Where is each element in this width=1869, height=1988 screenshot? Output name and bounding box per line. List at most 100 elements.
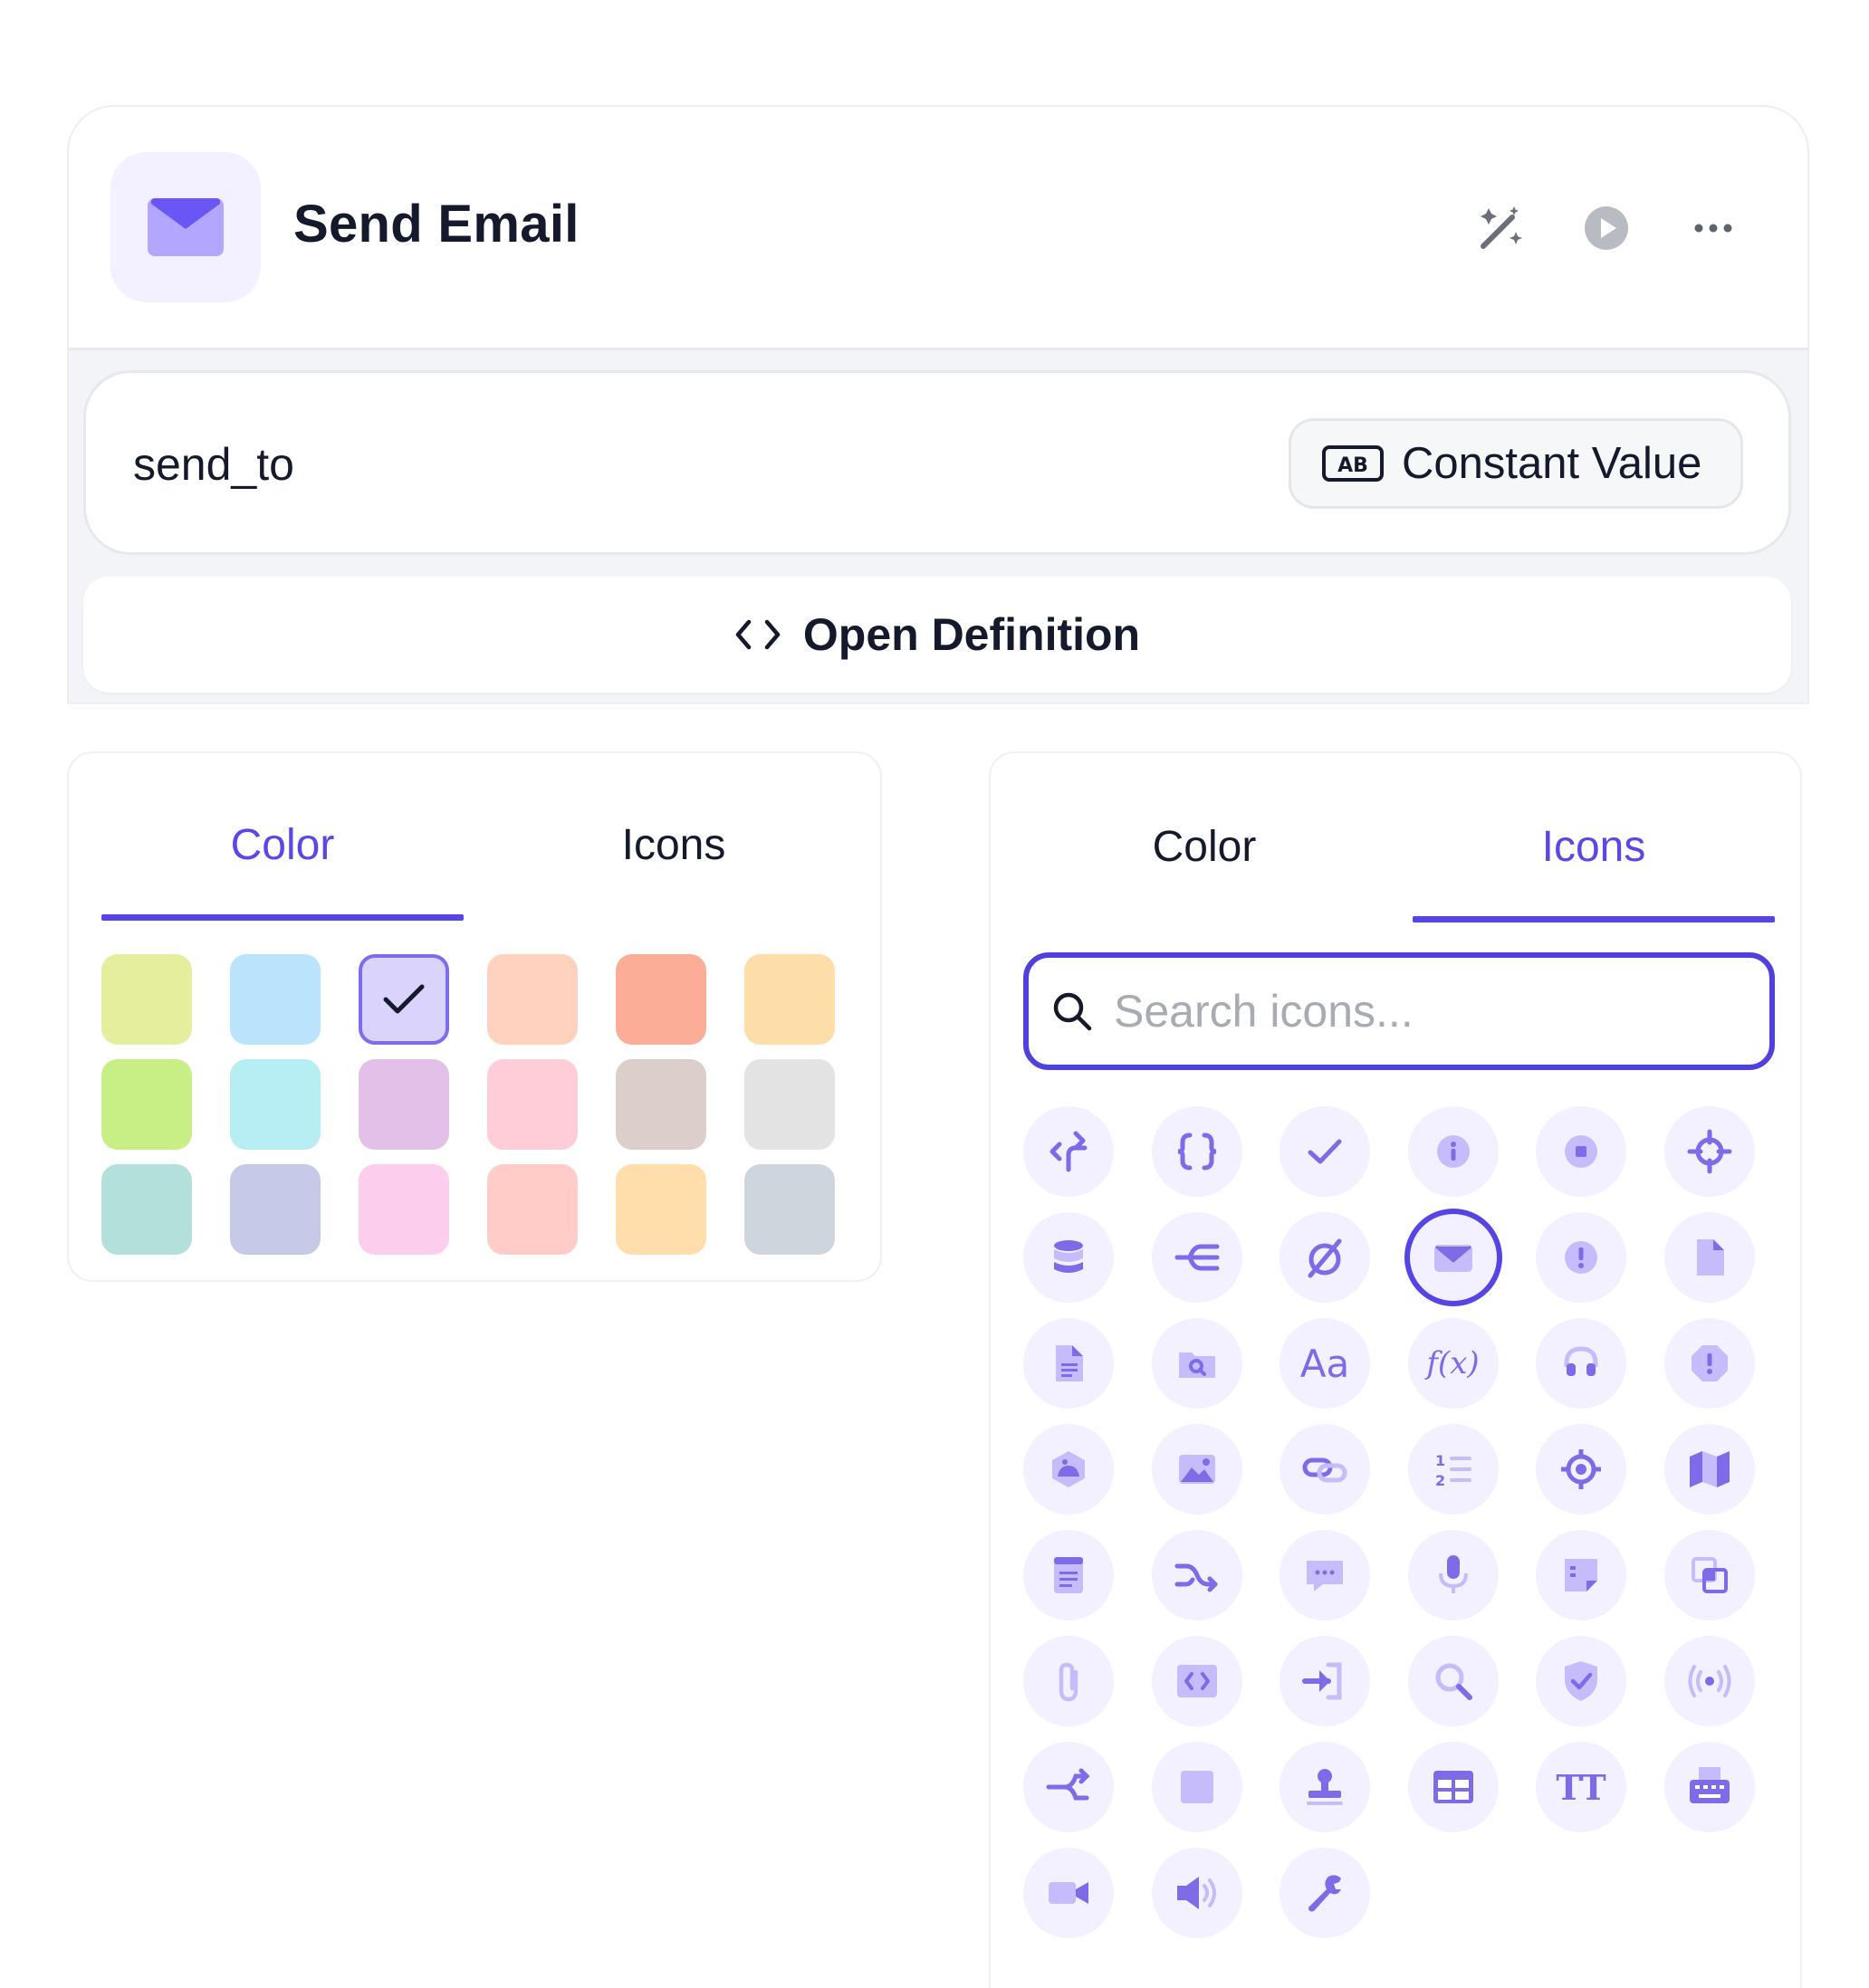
- icon-option-alert[interactable]: [1536, 1212, 1626, 1303]
- icon-option-shuffle[interactable]: [1151, 1530, 1242, 1620]
- icon-option-sign-in[interactable]: [1280, 1636, 1370, 1726]
- icon-option-volume[interactable]: [1151, 1848, 1242, 1938]
- search-icon: [1435, 1663, 1472, 1700]
- icon-option-file-text[interactable]: [1023, 1318, 1114, 1409]
- icon-option-database[interactable]: [1023, 1212, 1114, 1303]
- color-swatch[interactable]: [101, 1164, 192, 1255]
- envelope-icon: [1433, 1245, 1472, 1272]
- icon-option-image[interactable]: [1151, 1424, 1242, 1515]
- icon-option-notes[interactable]: [1023, 1530, 1114, 1620]
- node-header: Send Email: [69, 107, 1807, 348]
- run-button[interactable]: [1577, 199, 1635, 257]
- color-swatch[interactable]: [487, 1164, 578, 1255]
- constant-value-label: Constant Value: [1402, 439, 1702, 488]
- icon-option-typewriter[interactable]: [1663, 1742, 1755, 1832]
- color-swatch[interactable]: [616, 1164, 706, 1255]
- icon-option-function[interactable]: f(x): [1407, 1318, 1499, 1409]
- color-swatch[interactable]: [230, 1059, 321, 1150]
- icon-option-sticky-note[interactable]: [1536, 1530, 1626, 1620]
- icon-search-box[interactable]: [1023, 952, 1775, 1070]
- icon-option-cookie[interactable]: [1023, 1424, 1114, 1515]
- icon-option-map[interactable]: [1663, 1424, 1755, 1515]
- file-icon: [1696, 1239, 1724, 1276]
- microphone-icon: [1438, 1555, 1468, 1593]
- tab-color[interactable]: Color: [101, 820, 464, 870]
- color-swatch[interactable]: [230, 954, 321, 1045]
- icon-option-headset[interactable]: [1536, 1318, 1626, 1409]
- icon-option-alert-octagon[interactable]: [1663, 1318, 1755, 1409]
- share-icon: [1046, 1768, 1090, 1801]
- folder-search-icon: [1178, 1352, 1215, 1378]
- node-icon-tile[interactable]: [110, 152, 261, 302]
- icon-option-folder-search[interactable]: [1151, 1318, 1242, 1409]
- icon-option-square[interactable]: [1151, 1742, 1242, 1832]
- icon-search-input[interactable]: [1114, 985, 1730, 1037]
- color-swatch[interactable]: [359, 1164, 449, 1255]
- icon-option-paperclip[interactable]: [1023, 1636, 1114, 1726]
- color-swatch[interactable]: [616, 954, 706, 1045]
- color-swatch[interactable]: [101, 1059, 192, 1150]
- icon-option-api[interactable]: [1023, 1106, 1114, 1197]
- icon-option-table[interactable]: [1407, 1742, 1499, 1832]
- icon-option-info[interactable]: [1407, 1106, 1499, 1197]
- icon-option-merge[interactable]: [1151, 1212, 1242, 1303]
- shield-icon: [1565, 1661, 1597, 1701]
- magic-wand-button[interactable]: [1472, 199, 1530, 257]
- font-icon: Aa: [1299, 1341, 1350, 1386]
- color-swatch[interactable]: [487, 1059, 578, 1150]
- icon-option-text-size[interactable]: TT: [1536, 1742, 1626, 1832]
- color-swatch[interactable]: [616, 1059, 706, 1150]
- icon-option-search[interactable]: [1407, 1636, 1499, 1726]
- icon-option-empty-set[interactable]: [1280, 1212, 1370, 1303]
- icon-option-microphone[interactable]: [1407, 1530, 1499, 1620]
- alert-icon: [1565, 1241, 1597, 1274]
- open-definition-button[interactable]: Open Definition: [83, 577, 1791, 693]
- color-swatch[interactable]: [230, 1164, 321, 1255]
- icon-option-ordered-list[interactable]: 12: [1407, 1424, 1499, 1515]
- braces-icon: [1177, 1133, 1216, 1171]
- constant-value-toggle[interactable]: AB Constant Value: [1289, 418, 1743, 509]
- tab-color[interactable]: Color: [1023, 822, 1385, 872]
- play-icon: [1585, 206, 1628, 250]
- icon-option-chat[interactable]: [1280, 1530, 1370, 1620]
- node-card: Send Email send_to AB Constant Value Ope…: [67, 105, 1809, 704]
- icon-option-shield[interactable]: [1536, 1636, 1626, 1726]
- search-icon: [1053, 992, 1092, 1031]
- more-options-button[interactable]: [1684, 199, 1742, 257]
- svg-text:2: 2: [1435, 1472, 1445, 1489]
- icon-option-file[interactable]: [1663, 1212, 1755, 1303]
- icon-option-check[interactable]: [1280, 1106, 1370, 1197]
- ordered-list-icon: 12: [1435, 1452, 1471, 1489]
- icon-option-code[interactable]: [1151, 1636, 1242, 1726]
- icon-option-wrench[interactable]: [1280, 1848, 1370, 1938]
- crosshair-icon: [1687, 1129, 1731, 1174]
- icon-option-copy[interactable]: [1663, 1530, 1755, 1620]
- icon-option-stop[interactable]: [1536, 1106, 1626, 1197]
- icon-option-braces[interactable]: [1151, 1106, 1242, 1197]
- api-icon: [1050, 1131, 1088, 1172]
- icon-option-crosshair[interactable]: [1663, 1106, 1755, 1197]
- param-row-send-to[interactable]: send_to AB Constant Value: [83, 370, 1791, 555]
- icon-option-font[interactable]: Aa: [1280, 1318, 1370, 1409]
- color-swatch[interactable]: [744, 954, 835, 1045]
- icon-option-stamp[interactable]: [1280, 1742, 1370, 1832]
- color-swatch[interactable]: [101, 954, 192, 1045]
- color-swatch[interactable]: [359, 1059, 449, 1150]
- icon-option-location[interactable]: [1536, 1424, 1626, 1515]
- icon-option-video[interactable]: [1023, 1848, 1114, 1938]
- color-swatch[interactable]: [487, 954, 578, 1045]
- icon-option-broadcast[interactable]: [1663, 1636, 1755, 1726]
- icon-option-envelope[interactable]: [1404, 1209, 1502, 1306]
- text-size-icon: TT: [1556, 1766, 1606, 1808]
- tab-icons[interactable]: Icons: [1413, 822, 1775, 872]
- icon-option-share[interactable]: [1023, 1742, 1114, 1832]
- icon-option-link[interactable]: [1280, 1424, 1370, 1515]
- node-title: Send Email: [293, 195, 580, 253]
- color-swatch[interactable]: [744, 1059, 835, 1150]
- map-icon: [1689, 1451, 1730, 1487]
- color-swatch[interactable]: [359, 954, 449, 1045]
- color-swatch[interactable]: [744, 1164, 835, 1255]
- svg-text:AB: AB: [1337, 454, 1368, 477]
- copy-icon: [1691, 1557, 1728, 1593]
- tab-icons[interactable]: Icons: [493, 820, 855, 870]
